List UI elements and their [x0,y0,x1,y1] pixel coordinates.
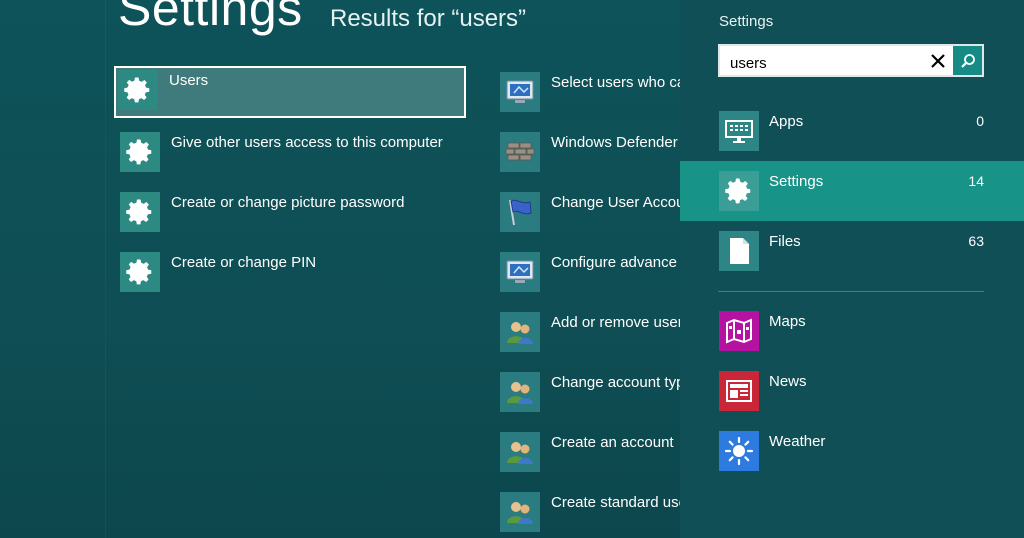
result-picture-password[interactable]: Create or change picture password [114,186,466,238]
app-label: News [769,373,807,390]
app-news[interactable]: News [680,361,1024,421]
search-charm: Settings Apps 0 Settings 14 Files 63 [680,0,1024,538]
result-give-other-users-access[interactable]: Give other users access to this computer [114,126,466,178]
gear-icon [120,252,160,292]
result-label: Select users who ca [551,74,680,91]
results-area: Settings Results for “users” Users Give … [0,0,680,538]
result-label: Create standard use [551,494,680,511]
results-column-right: Select users who ca Windows Defender Cha… [494,66,680,538]
file-icon [719,231,759,271]
app-label: Maps [769,313,806,330]
news-icon [719,371,759,411]
result-change-account-type[interactable]: Change account typ [494,366,680,418]
apps-keyboard-icon [719,111,759,151]
divider [718,291,984,292]
close-icon [931,54,945,68]
app-weather[interactable]: Weather [680,421,1024,481]
result-label: Change User Accou [551,194,680,211]
scope-label: Settings [769,173,824,190]
result-label: Users [169,72,209,89]
result-label: Add or remove user [551,314,680,331]
weather-sun-icon [719,431,759,471]
users-icon [500,372,540,412]
result-create-standard-user[interactable]: Create standard use [494,486,680,538]
scope-files[interactable]: Files 63 [680,221,1024,281]
app-maps[interactable]: Maps [680,301,1024,361]
charm-title: Settings [719,13,774,30]
result-label: Create or change picture password [171,194,405,211]
result-label: Configure advance [551,254,677,271]
result-label: Change account typ [551,374,680,391]
search-icon [960,53,975,68]
search-input[interactable] [728,51,922,75]
scope-count: 14 [968,173,984,189]
result-label: Give other users access to this computer [171,134,443,151]
result-create-account[interactable]: Create an account [494,426,680,478]
search-button[interactable] [953,46,982,75]
maps-icon [719,311,759,351]
scope-apps[interactable]: Apps 0 [680,101,1024,161]
gear-icon [120,132,160,172]
result-label: Create or change PIN [171,254,317,271]
search-box [718,44,984,77]
scope-count: 63 [968,233,984,249]
result-users[interactable]: Users [114,66,466,118]
results-subtitle: Results for “users” [330,5,527,32]
scope-settings[interactable]: Settings 14 [680,161,1024,221]
app-label: Weather [769,433,826,450]
scope-label: Files [769,233,801,250]
monitor-icon [500,72,540,112]
result-label: Windows Defender [551,134,678,151]
result-add-remove-user[interactable]: Add or remove user [494,306,680,358]
users-icon [500,432,540,472]
scope-label: Apps [769,113,804,130]
result-select-users[interactable]: Select users who ca [494,66,680,118]
users-icon [500,312,540,352]
result-change-user-account[interactable]: Change User Accou [494,186,680,238]
result-pin[interactable]: Create or change PIN [114,246,466,298]
results-column-left: Users Give other users access to this co… [114,66,466,306]
result-configure-advanced[interactable]: Configure advance [494,246,680,298]
result-windows-defender[interactable]: Windows Defender [494,126,680,178]
brick-wall-icon [500,132,540,172]
monitor-icon [500,252,540,292]
flag-icon [500,192,540,232]
scope-count: 0 [976,113,984,129]
page-heading: Settings [118,0,303,36]
gear-icon [719,171,759,211]
users-icon [500,492,540,532]
gear-icon [120,192,160,232]
result-label: Create an account [551,434,674,451]
clear-search-button[interactable] [926,49,950,73]
gear-icon [118,70,158,110]
